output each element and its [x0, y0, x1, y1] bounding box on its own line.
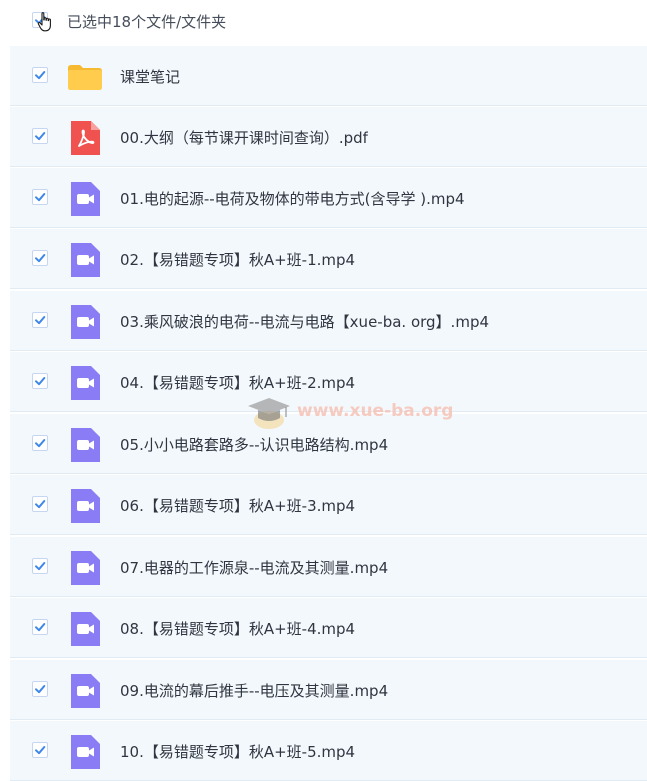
file-name[interactable]: 05.小小电路套路多--认识电路结构.mp4	[120, 434, 388, 455]
row-checkbox[interactable]	[32, 558, 48, 574]
row-checkbox[interactable]	[32, 742, 48, 758]
file-name[interactable]: 09.电流的幕后推手--电压及其测量.mp4	[120, 680, 388, 701]
video-icon	[71, 489, 100, 523]
file-row[interactable]: 02.【易错题专项】秋A+班-1.mp4	[10, 229, 647, 289]
row-checkbox[interactable]	[32, 189, 48, 205]
video-icon	[71, 366, 100, 400]
checkmark-icon	[35, 193, 46, 202]
file-row[interactable]: 07.电器的工作源泉--电流及其测量.mp4	[10, 537, 647, 597]
file-name[interactable]: 10.【易错题专项】秋A+班-5.mp4	[120, 741, 355, 762]
file-name[interactable]: 03.乘风破浪的电荷--电流与电路【xue-ba. org】.mp4	[120, 311, 489, 332]
row-checkbox[interactable]	[32, 496, 48, 512]
video-icon	[71, 551, 100, 585]
row-checkbox[interactable]	[32, 373, 48, 389]
selection-count-label: 已选中18个文件/文件夹	[67, 13, 227, 31]
checkmark-icon	[35, 623, 46, 632]
row-checkbox[interactable]	[32, 128, 48, 144]
file-name[interactable]: 00.大纲（每节课开课时间查询）.pdf	[120, 127, 368, 148]
row-checkbox[interactable]	[32, 312, 48, 328]
checkmark-icon	[35, 439, 46, 448]
checkmark-icon	[35, 377, 46, 386]
file-row[interactable]: 06.【易错题专项】秋A+班-3.mp4	[10, 475, 647, 535]
file-row[interactable]: 03.乘风破浪的电荷--电流与电路【xue-ba. org】.mp4	[10, 291, 647, 351]
watermark: www.xue-ba.org	[244, 390, 484, 434]
video-icon	[71, 674, 100, 708]
folder-icon	[68, 65, 102, 90]
checkmark-icon	[35, 316, 46, 325]
checkmark-icon	[35, 500, 46, 509]
file-row[interactable]: 10.【易错题专项】秋A+班-5.mp4	[10, 721, 647, 781]
selection-header: 已选中18个文件/文件夹	[10, 0, 647, 44]
video-icon	[71, 612, 100, 646]
file-name[interactable]: 07.电器的工作源泉--电流及其测量.mp4	[120, 557, 388, 578]
row-checkbox[interactable]	[32, 681, 48, 697]
pdf-icon	[71, 121, 100, 155]
row-checkbox[interactable]	[32, 250, 48, 266]
row-checkbox[interactable]	[32, 67, 48, 83]
video-icon	[71, 243, 100, 277]
checkmark-icon	[35, 746, 46, 755]
file-row[interactable]: 01.电的起源--电荷及物体的带电方式(含导学 ).mp4	[10, 168, 647, 228]
file-name[interactable]: 08.【易错题专项】秋A+班-4.mp4	[120, 618, 355, 639]
video-icon	[71, 182, 100, 216]
file-row[interactable]: 课堂笔记	[10, 46, 647, 106]
file-row[interactable]: 09.电流的幕后推手--电压及其测量.mp4	[10, 660, 647, 720]
watermark-text: www.xue-ba.org	[297, 401, 454, 421]
video-icon	[71, 428, 100, 462]
checkmark-icon	[35, 562, 46, 571]
file-row[interactable]: 00.大纲（每节课开课时间查询）.pdf	[10, 107, 647, 167]
video-icon	[71, 735, 100, 769]
checkmark-icon	[35, 71, 46, 80]
file-name[interactable]: 02.【易错题专项】秋A+班-1.mp4	[120, 249, 355, 270]
hand-cursor-icon	[37, 12, 51, 32]
checkmark-icon	[35, 685, 46, 694]
file-name[interactable]: 01.电的起源--电荷及物体的带电方式(含导学 ).mp4	[120, 188, 465, 209]
graduation-cap-icon	[248, 398, 290, 429]
video-icon	[71, 305, 100, 339]
row-checkbox[interactable]	[32, 435, 48, 451]
file-name[interactable]: 06.【易错题专项】秋A+班-3.mp4	[120, 495, 355, 516]
row-checkbox[interactable]	[32, 619, 48, 635]
checkmark-icon	[35, 132, 46, 141]
checkmark-icon	[35, 254, 46, 263]
file-name[interactable]: 课堂笔记	[120, 66, 180, 87]
file-row[interactable]: 08.【易错题专项】秋A+班-4.mp4	[10, 598, 647, 658]
